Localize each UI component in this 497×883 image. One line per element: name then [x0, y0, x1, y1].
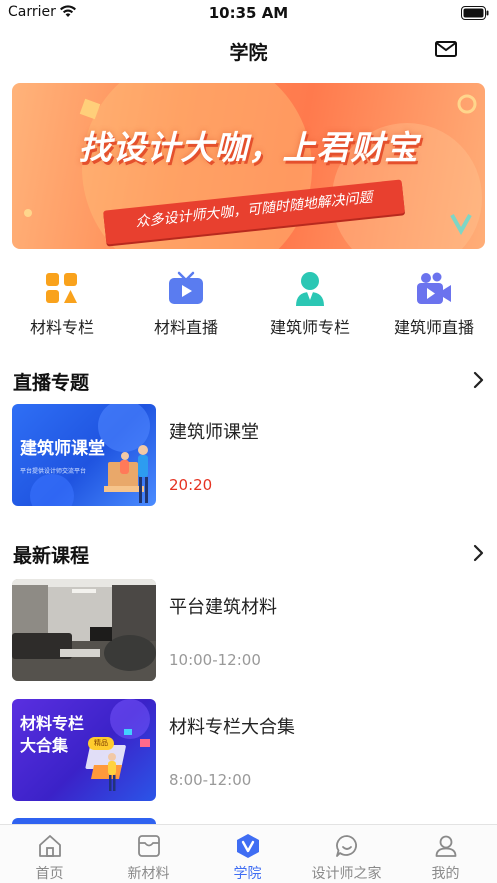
- decoration-shape: [457, 94, 477, 114]
- chevron-right-icon[interactable]: [472, 544, 486, 562]
- quick-link-label: 建筑师直播: [393, 318, 474, 337]
- course-item[interactable]: 材料专栏 大合集 精品 材料专栏大合集 8:00-12:00: [0, 699, 497, 803]
- tab-academy[interactable]: 学院: [198, 825, 297, 883]
- live-item-title: 建筑师课堂: [169, 422, 259, 443]
- quick-link-architect-live[interactable]: 建筑师直播: [372, 266, 496, 340]
- section-title: 最新课程: [13, 545, 90, 567]
- banner-headline: 找设计大咖，上君财宝: [78, 128, 419, 167]
- user-icon: [435, 835, 457, 857]
- home-icon: [39, 835, 61, 857]
- chat-icon: [336, 835, 357, 857]
- room-photo: [12, 579, 156, 681]
- tab-profile[interactable]: 我的: [396, 825, 495, 883]
- clock: 10:35 AM: [208, 4, 289, 22]
- mail-icon[interactable]: [434, 39, 458, 63]
- status-bar: Carrier 10:35 AM: [0, 0, 497, 26]
- section-title: 直播专题: [13, 372, 90, 394]
- quick-link-label: 材料直播: [153, 318, 218, 337]
- quick-link-label: 材料专栏: [29, 318, 94, 337]
- battery-icon: [461, 5, 489, 24]
- page-title: 学院: [229, 42, 268, 64]
- tab-bar: 首页 新材料 学院 设计师之家 我的: [0, 824, 497, 883]
- tab-new-materials[interactable]: 新材料: [99, 825, 198, 883]
- course-item-time: 8:00-12:00: [169, 771, 252, 789]
- thumbnail-title: 建筑师课堂: [20, 439, 105, 459]
- tab-label: 学院: [233, 866, 262, 882]
- latest-section-header[interactable]: 最新课程: [0, 539, 497, 569]
- grid-icon: [46, 273, 77, 303]
- quick-links: 材料专栏 材料直播 建筑师专栏 建筑师直播: [0, 266, 497, 340]
- course-item-title: 材料专栏大合集: [169, 717, 295, 738]
- quick-link-material-live[interactable]: 材料直播: [124, 266, 248, 340]
- inbox-icon: [138, 835, 160, 857]
- quick-link-label: 建筑师专栏: [269, 318, 350, 337]
- promo-banner[interactable]: 找设计大咖，上君财宝 众多设计师大咖，可随时随地解决问题: [12, 83, 485, 249]
- course-item-time: 10:00-12:00: [169, 651, 261, 669]
- tv-icon: [169, 271, 203, 304]
- chevron-right-icon[interactable]: [472, 371, 486, 389]
- decoration-shape: [450, 214, 472, 236]
- live-item[interactable]: 建筑师课堂 平台提供设计师交流平台 建筑师课堂 20:20: [0, 404, 497, 508]
- premium-badge: 精品: [88, 737, 114, 750]
- live-thumbnail: 建筑师课堂 平台提供设计师交流平台: [12, 404, 156, 506]
- decoration-shape: [24, 209, 32, 217]
- tab-label: 我的: [431, 866, 460, 882]
- person-icon: [296, 272, 324, 306]
- thumbnail-title: 材料专栏 大合集: [20, 714, 85, 755]
- quick-link-material-column[interactable]: 材料专栏: [0, 266, 124, 340]
- tab-label: 设计师之家: [311, 866, 382, 882]
- tab-home[interactable]: 首页: [0, 825, 99, 883]
- thumbnail-subtitle: 平台提供设计师交流平台: [20, 468, 87, 475]
- course-item-title: 平台建筑材料: [169, 597, 277, 618]
- quick-link-architect-column[interactable]: 建筑师专栏: [248, 266, 372, 340]
- academy-v-icon: [237, 834, 259, 858]
- tab-label: 首页: [35, 866, 64, 882]
- tab-designer-home[interactable]: 设计师之家: [297, 825, 396, 883]
- live-section-header[interactable]: 直播专题: [0, 366, 497, 396]
- course-thumbnail: 材料专栏 大合集 精品: [12, 699, 156, 801]
- nav-bar: 学院: [0, 26, 497, 74]
- course-thumbnail: [12, 579, 156, 681]
- course-item[interactable]: 平台建筑材料 10:00-12:00: [0, 579, 497, 683]
- tab-label: 新材料: [127, 866, 170, 882]
- video-camera-icon: [417, 272, 451, 304]
- live-item-time: 20:20: [169, 476, 213, 494]
